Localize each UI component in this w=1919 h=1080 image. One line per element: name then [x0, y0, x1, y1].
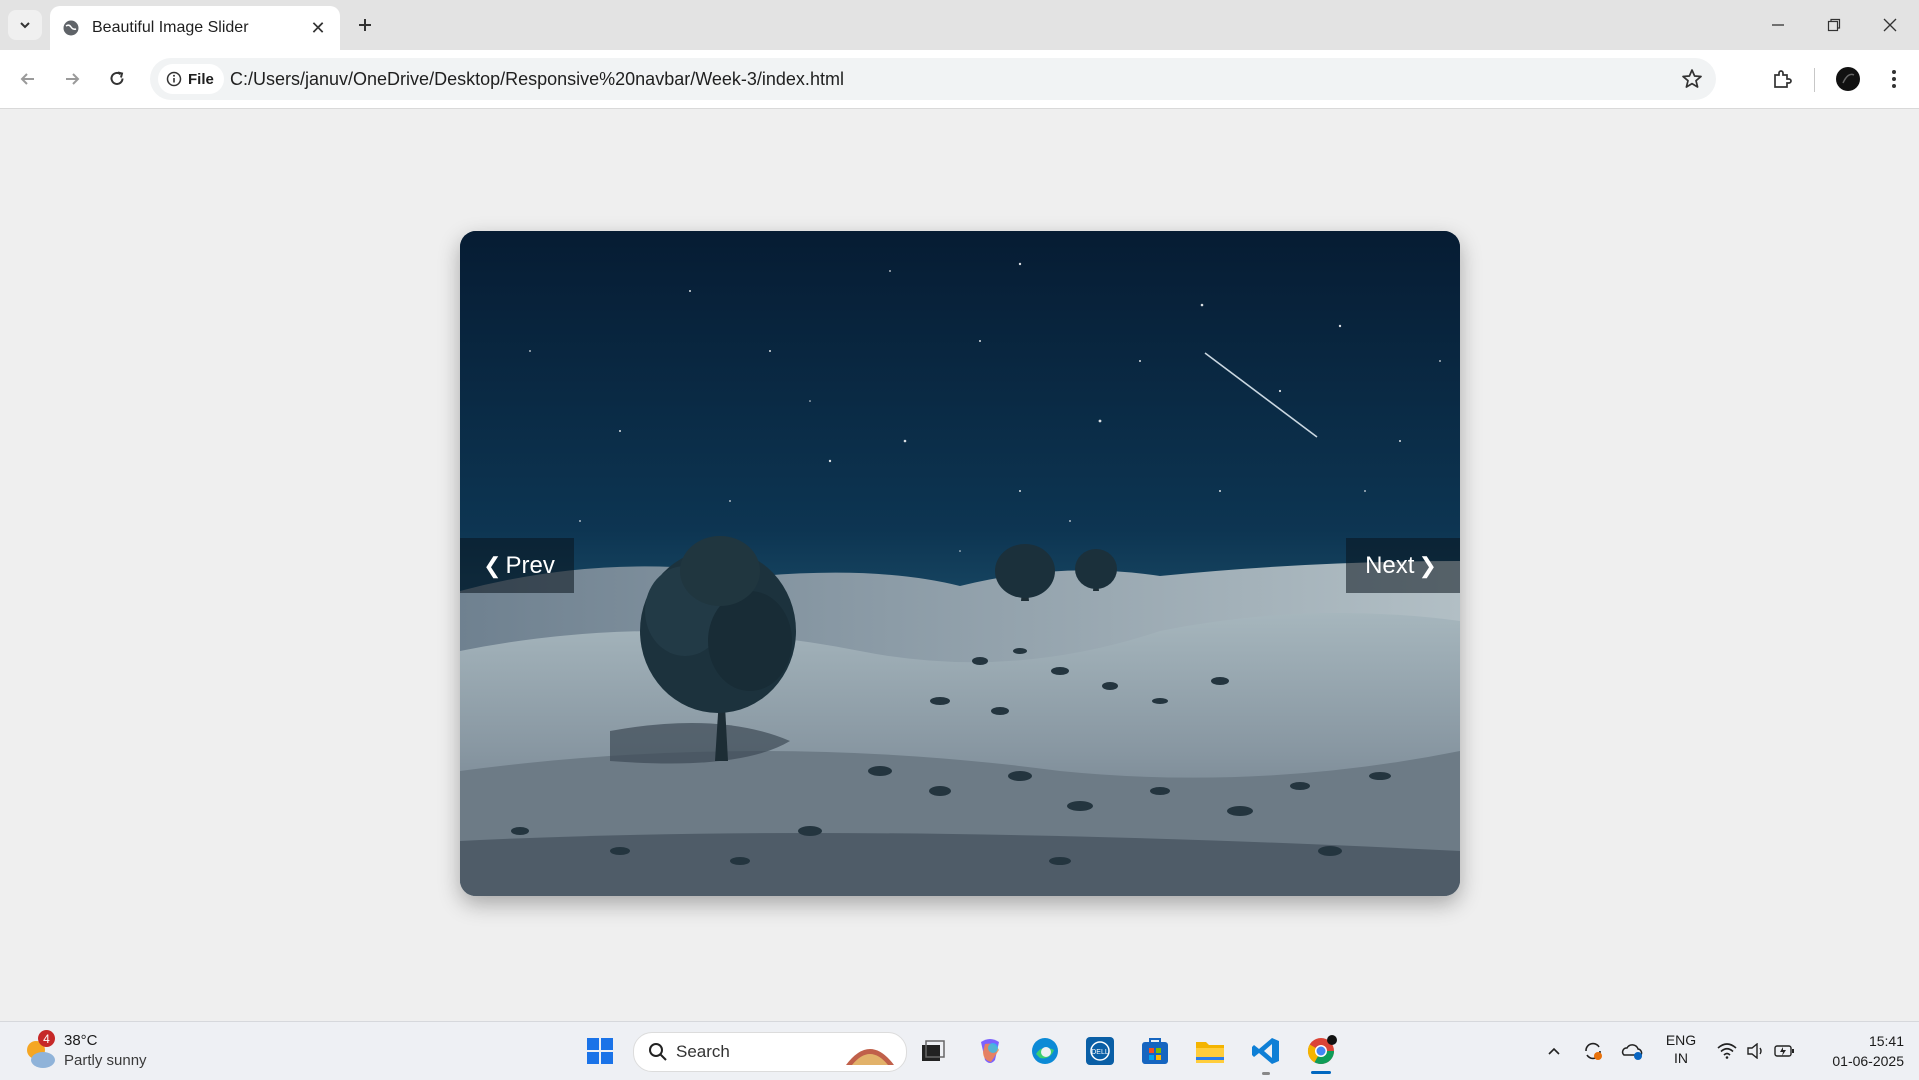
minimize-icon: [1772, 24, 1784, 26]
next-button[interactable]: Next ❯: [1346, 538, 1460, 593]
vscode-icon: [1252, 1038, 1279, 1064]
taskbar: 4 38°C Partly sunny Search DELL ENG IN 1…: [0, 1021, 1919, 1080]
onedrive-tray-button[interactable]: [1619, 1036, 1647, 1066]
chrome-icon: [1307, 1035, 1337, 1065]
minimize-button[interactable]: [1750, 0, 1806, 50]
weather-widget[interactable]: 4 38°C Partly sunny: [22, 1030, 182, 1074]
tab-close-button[interactable]: ✕: [306, 16, 330, 40]
search-highlight-image: [846, 1049, 894, 1065]
address-bar[interactable]: File C:/Users/januv/OneDrive/Desktop/Res…: [150, 58, 1716, 100]
task-view-icon: [922, 1040, 945, 1061]
sync-icon: [1585, 1042, 1602, 1060]
profile-icon: [1836, 67, 1860, 91]
back-icon: [20, 73, 34, 85]
language-indicator[interactable]: ENG IN: [1660, 1031, 1702, 1067]
chevron-right-icon: ❯: [1418, 552, 1437, 578]
weather-temp: 38°C: [64, 1032, 98, 1049]
tab-strip: Beautiful Image Slider ✕: [0, 0, 1919, 50]
store-icon: [1142, 1038, 1168, 1064]
info-icon: [166, 71, 182, 87]
tab-search-button[interactable]: [8, 10, 42, 40]
dell-icon: DELL: [1086, 1037, 1114, 1065]
chevron-down-icon: [20, 22, 30, 29]
menu-button[interactable]: [1878, 63, 1910, 95]
store-button[interactable]: [1135, 1031, 1175, 1071]
taskbar-search[interactable]: Search: [633, 1032, 907, 1072]
site-info-chip[interactable]: File: [158, 64, 224, 94]
file-explorer-icon: [1196, 1042, 1224, 1063]
url-text[interactable]: C:/Users/januv/OneDrive/Desktop/Responsi…: [230, 58, 844, 100]
reload-button[interactable]: [101, 63, 133, 95]
toolbar-divider: [1814, 68, 1815, 92]
night-desert-landscape-image: [460, 231, 1460, 896]
next-label: Next: [1365, 551, 1415, 579]
tab-title: Beautiful Image Slider: [92, 19, 249, 36]
prev-label: Prev: [505, 551, 555, 579]
wifi-icon: [1717, 1043, 1737, 1059]
clock-date: 01-06-2025: [1832, 1053, 1904, 1069]
onedrive-icon: [1621, 1044, 1643, 1060]
browser-toolbar: File C:/Users/januv/OneDrive/Desktop/Res…: [0, 50, 1919, 109]
weather-condition: Partly sunny: [64, 1052, 147, 1069]
chrome-active-indicator: [1311, 1071, 1331, 1074]
file-explorer-button[interactable]: [1190, 1031, 1230, 1071]
lang-line2: IN: [1674, 1050, 1688, 1066]
show-hidden-icons-button[interactable]: [1540, 1036, 1568, 1066]
start-button[interactable]: [580, 1031, 620, 1071]
vscode-button[interactable]: [1246, 1031, 1286, 1071]
vscode-running-indicator: [1262, 1072, 1270, 1075]
edge-button[interactable]: [1025, 1031, 1065, 1071]
edge-icon: [1032, 1038, 1058, 1064]
menu-icon: [1892, 70, 1896, 88]
forward-button[interactable]: [56, 63, 88, 95]
task-view-button[interactable]: [913, 1031, 953, 1071]
prev-button[interactable]: ❮ Prev: [460, 538, 574, 593]
battery-icon: [1774, 1045, 1794, 1057]
site-chip-label: File: [188, 70, 214, 88]
start-icon: [587, 1038, 613, 1064]
search-label: Search: [676, 1042, 730, 1061]
wifi-tray-button[interactable]: [1713, 1036, 1741, 1066]
chevron-left-icon: ❮: [483, 552, 502, 578]
search-icon: [649, 1043, 667, 1061]
clock[interactable]: 15:41 01-06-2025: [1812, 1031, 1904, 1071]
restore-icon: [1827, 18, 1841, 32]
volume-tray-button[interactable]: [1742, 1036, 1770, 1066]
weather-badge: 4: [38, 1030, 55, 1047]
back-button[interactable]: [12, 63, 44, 95]
close-window-icon: [1883, 18, 1897, 32]
plus-icon: [359, 19, 371, 31]
new-tab-button[interactable]: [352, 12, 378, 38]
reload-icon: [110, 71, 124, 85]
lang-line1: ENG: [1665, 1032, 1697, 1048]
clock-time: 15:41: [1868, 1033, 1904, 1049]
profile-button[interactable]: [1832, 63, 1864, 95]
dell-button[interactable]: DELL: [1080, 1031, 1120, 1071]
image-slider: ❮ Prev Next ❯: [460, 231, 1460, 896]
copilot-icon: [981, 1039, 999, 1063]
extensions-icon: [1774, 70, 1792, 88]
sync-tray-button[interactable]: [1579, 1036, 1607, 1066]
extensions-button[interactable]: [1766, 63, 1798, 95]
chevron-up-icon: [1548, 1047, 1560, 1055]
chrome-button[interactable]: [1301, 1031, 1341, 1071]
star-icon[interactable]: [1680, 67, 1704, 91]
globe-icon: [63, 20, 79, 36]
close-window-button[interactable]: [1862, 0, 1918, 50]
svg-text:DELL: DELL: [1091, 1049, 1109, 1056]
forward-icon: [66, 73, 80, 85]
active-tab[interactable]: Beautiful Image Slider ✕: [50, 6, 340, 50]
battery-tray-button[interactable]: [1771, 1036, 1799, 1066]
copilot-button[interactable]: [970, 1031, 1010, 1071]
restore-button[interactable]: [1806, 0, 1862, 50]
volume-icon: [1747, 1043, 1762, 1059]
